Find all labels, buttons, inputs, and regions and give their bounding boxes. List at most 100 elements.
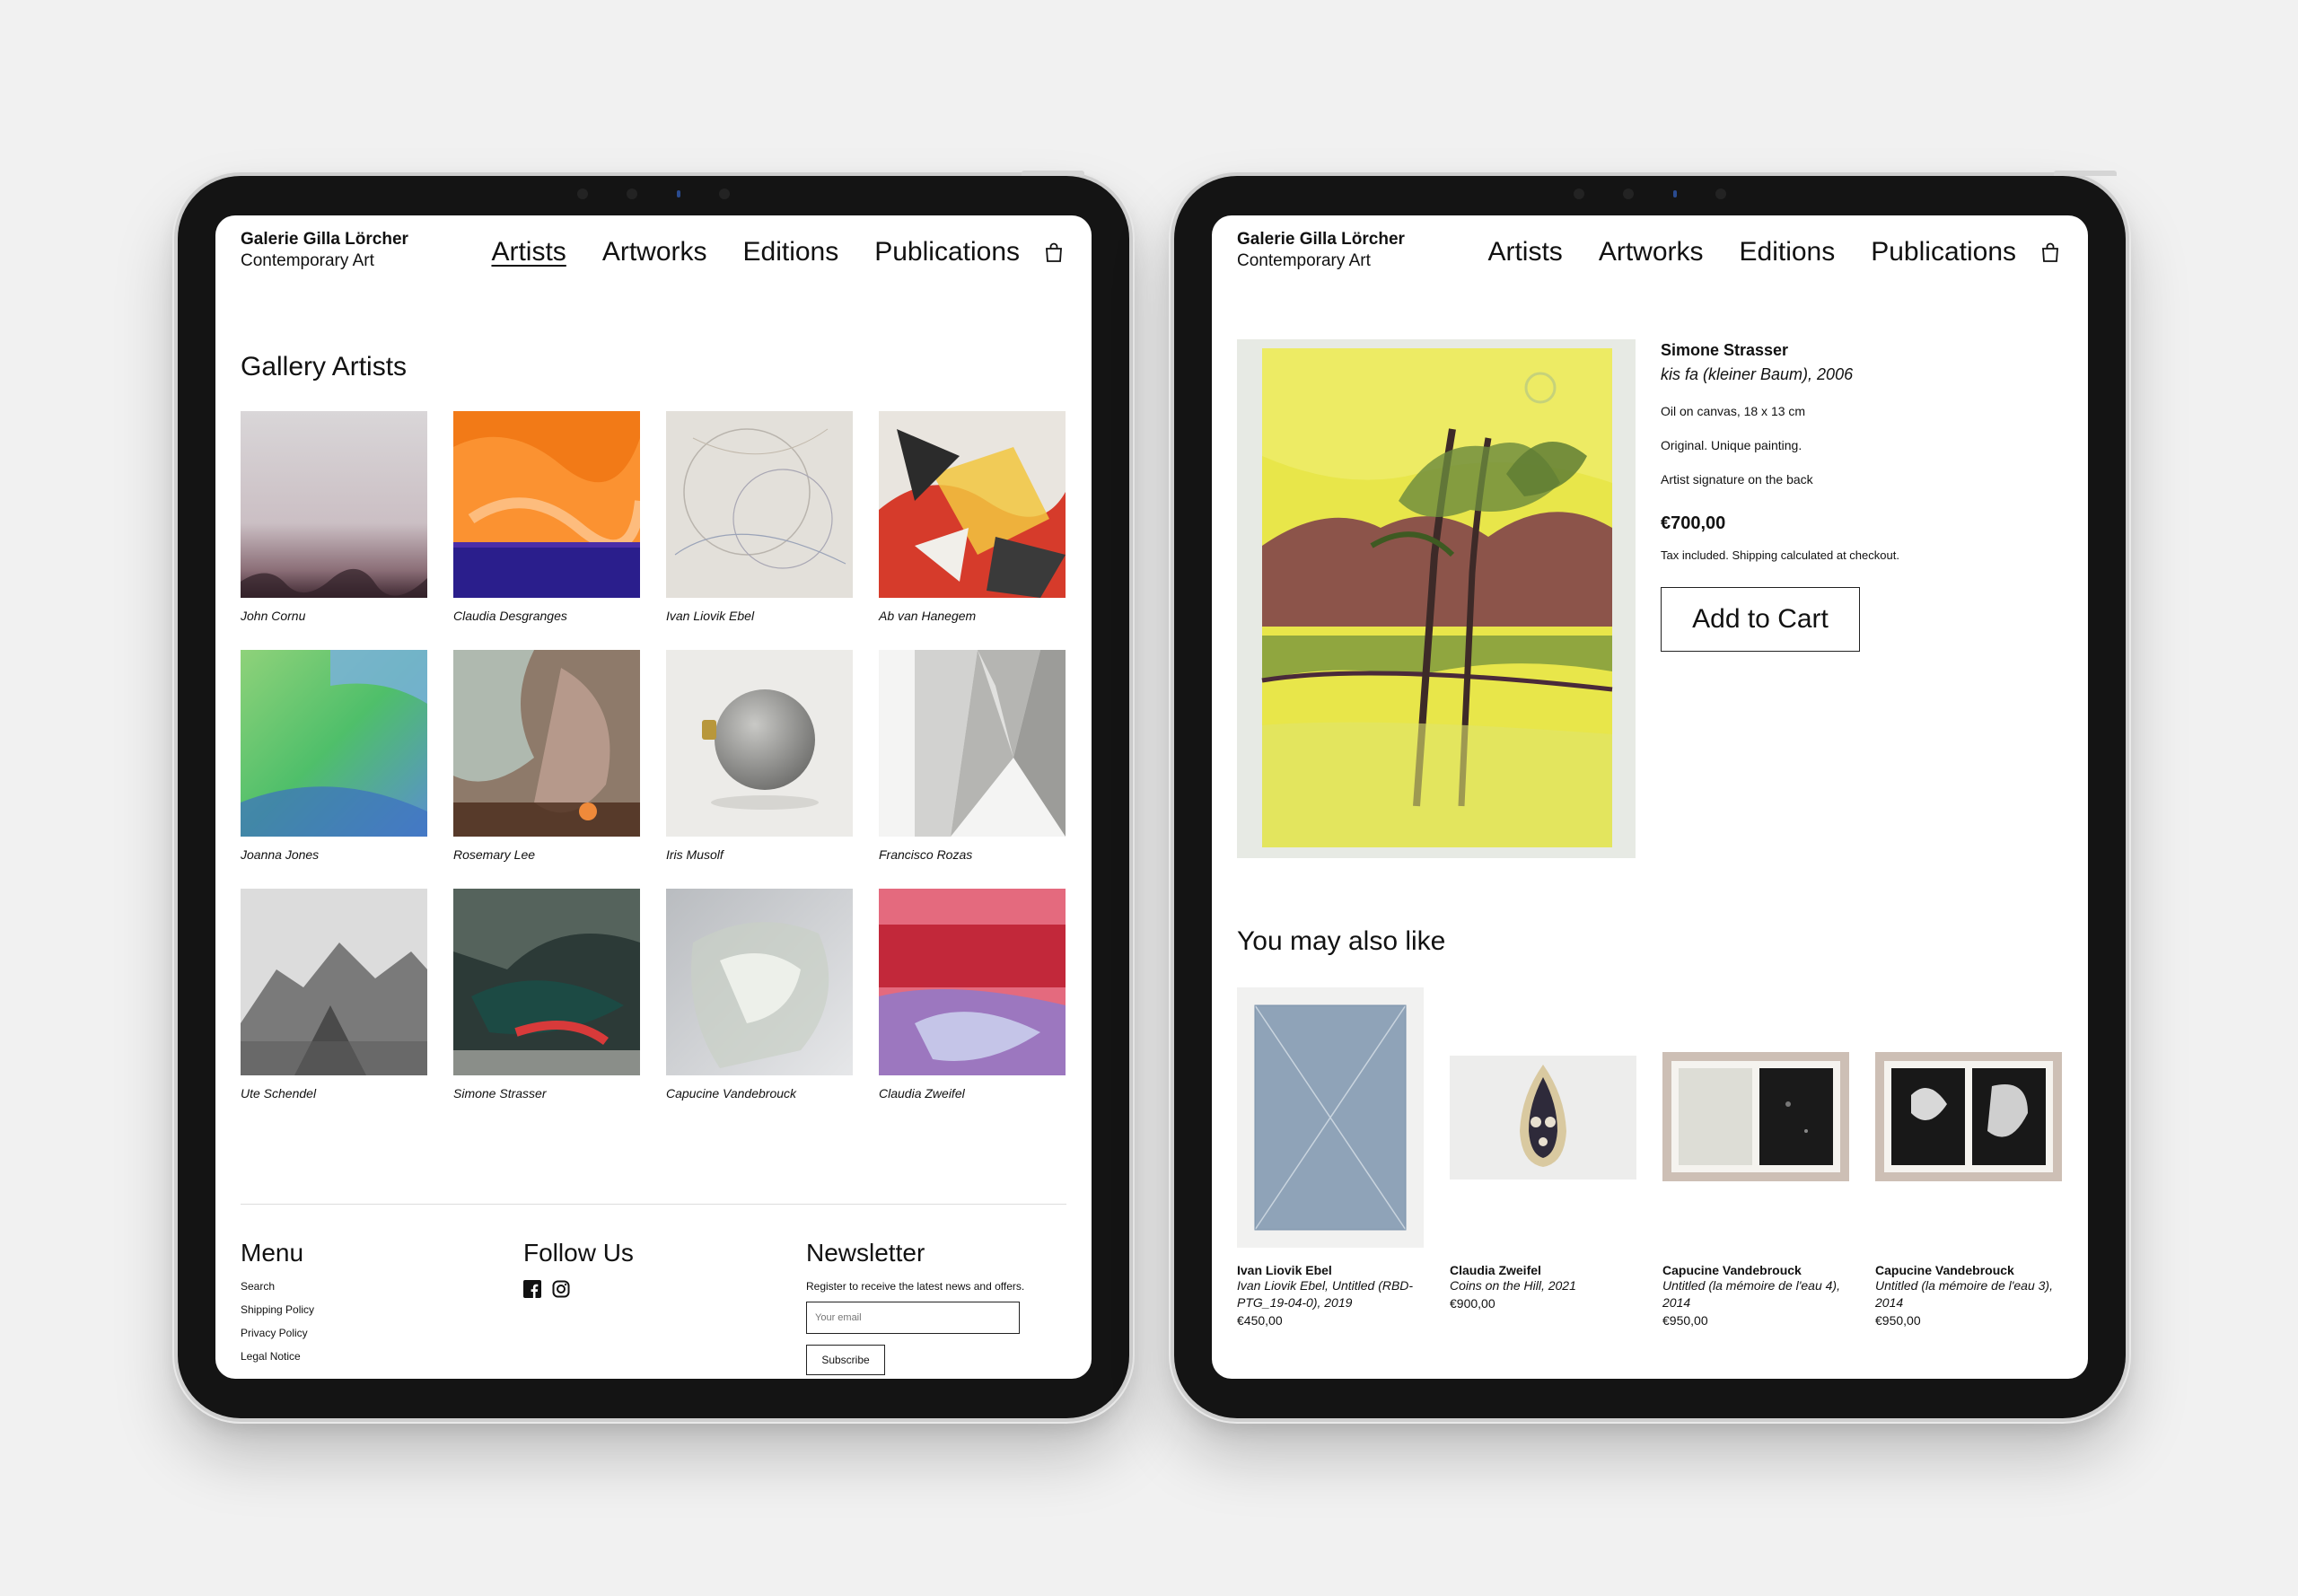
brand-logo[interactable]: Galerie Gilla Lörcher Contemporary Art xyxy=(241,229,408,272)
rec-title: Untitled (la mémoire de l'eau 4), 2014 xyxy=(1662,1278,1840,1310)
product-artist[interactable]: Simone Strasser xyxy=(1661,341,2056,360)
product-title: kis fa (kleiner Baum), 2006 xyxy=(1661,365,1854,383)
rec-artist: Claudia Zweifel xyxy=(1450,1263,1541,1277)
product-signature: Artist signature on the back xyxy=(1661,472,1813,487)
nav-artworks[interactable]: Artworks xyxy=(1599,236,1704,268)
recommendation-image[interactable] xyxy=(1450,987,1636,1248)
artist-name[interactable]: Francisco Rozas xyxy=(879,847,1066,862)
footer-link-search[interactable]: Search xyxy=(241,1280,314,1293)
add-to-cart-button[interactable]: Add to Cart xyxy=(1661,587,1860,652)
site-header: Galerie Gilla Lörcher Contemporary Art A… xyxy=(215,215,1092,314)
artwork-thumbnail[interactable] xyxy=(453,889,640,1075)
recommendation-image[interactable] xyxy=(1662,987,1849,1248)
artist-card[interactable]: Ivan Liovik Ebel xyxy=(666,411,853,623)
brand-name: Galerie Gilla Lörcher xyxy=(1237,230,1405,249)
artist-name[interactable]: Claudia Desgranges xyxy=(453,609,640,623)
artist-card[interactable]: Rosemary Lee xyxy=(453,650,640,862)
rec-artist: Capucine Vandebrouck xyxy=(1662,1263,1802,1277)
nav-editions[interactable]: Editions xyxy=(743,236,839,268)
artwork-thumbnail[interactable] xyxy=(666,411,853,598)
brand-logo[interactable]: Galerie Gilla Lörcher Contemporary Art xyxy=(1237,229,1405,272)
newsletter-text: Register to receive the latest news and … xyxy=(806,1280,1025,1293)
recommendation-card[interactable]: Claudia Zweifel Coins on the Hill, 2021 … xyxy=(1450,987,1636,1312)
nav-artists[interactable]: Artists xyxy=(491,236,566,268)
recommendation-card[interactable]: Capucine Vandebrouck Untitled (la mémoir… xyxy=(1662,987,1849,1329)
product-medium: Oil on canvas, 18 x 13 cm xyxy=(1661,404,1806,418)
tablet-left: Galerie Gilla Lörcher Contemporary Art A… xyxy=(178,171,1129,1418)
artist-card[interactable]: Francisco Rozas xyxy=(879,650,1066,862)
rec-price: €900,00 xyxy=(1450,1296,1495,1311)
footer-newsletter: Newsletter Register to receive the lates… xyxy=(806,1239,1024,1375)
nav-publications[interactable]: Publications xyxy=(874,236,1020,268)
artist-card[interactable]: Claudia Desgranges xyxy=(453,411,640,623)
artwork-thumbnail[interactable] xyxy=(241,650,427,837)
recommendation-card[interactable]: Capucine Vandebrouck Untitled (la mémoir… xyxy=(1875,987,2062,1329)
tax-note: Tax included. Shipping calculated at che… xyxy=(1661,548,1899,562)
artwork-thumbnail[interactable] xyxy=(241,889,427,1075)
nav-publications[interactable]: Publications xyxy=(1871,236,2016,268)
shopping-bag-icon[interactable] xyxy=(2041,242,2059,262)
rec-title: Coins on the Hill, 2021 xyxy=(1450,1278,1576,1293)
recommendations-title: You may also like xyxy=(1237,926,1446,956)
newsletter-email-input[interactable] xyxy=(806,1302,1020,1334)
rec-price: €950,00 xyxy=(1875,1313,1921,1328)
tablet-right: Galerie Gilla Lörcher Contemporary Art A… xyxy=(1174,171,2126,1418)
artist-name[interactable]: John Cornu xyxy=(241,609,427,623)
artwork-thumbnail[interactable] xyxy=(666,889,853,1075)
recommendation-image[interactable] xyxy=(1237,987,1424,1248)
screen-product-page: Galerie Gilla Lörcher Contemporary Art A… xyxy=(1212,215,2088,1379)
artist-card[interactable]: Ute Schendel xyxy=(241,889,427,1101)
artwork-thumbnail[interactable] xyxy=(666,650,853,837)
product-image[interactable] xyxy=(1237,339,1636,858)
artist-card[interactable]: Joanna Jones xyxy=(241,650,427,862)
footer-link-shipping[interactable]: Shipping Policy xyxy=(241,1303,314,1316)
side-button xyxy=(1022,171,1084,176)
rec-price: €450,00 xyxy=(1237,1313,1283,1328)
artwork-thumbnail[interactable] xyxy=(879,411,1066,598)
shopping-bag-icon[interactable] xyxy=(1045,242,1063,262)
footer-menu-title: Menu xyxy=(241,1239,304,1267)
nav-artworks[interactable]: Artworks xyxy=(602,236,707,268)
artwork-thumbnail[interactable] xyxy=(879,650,1066,837)
screen-artists-page: Galerie Gilla Lörcher Contemporary Art A… xyxy=(215,215,1092,1379)
artist-card[interactable]: Capucine Vandebrouck xyxy=(666,889,853,1101)
footer-divider xyxy=(241,1204,1066,1205)
artist-name[interactable]: Rosemary Lee xyxy=(453,847,640,862)
product-price: €700,00 xyxy=(1661,513,1726,533)
facebook-icon[interactable] xyxy=(523,1280,541,1298)
artist-card[interactable]: Simone Strasser xyxy=(453,889,640,1101)
footer-link-legal[interactable]: Legal Notice xyxy=(241,1350,314,1363)
recommendation-image[interactable] xyxy=(1875,987,2062,1248)
rec-title: Untitled (la mémoire de l'eau 3), 2014 xyxy=(1875,1278,2053,1310)
camera-bar xyxy=(1574,189,1726,199)
nav-artists[interactable]: Artists xyxy=(1487,236,1562,268)
artist-name[interactable]: Simone Strasser xyxy=(453,1086,640,1101)
subscribe-button[interactable]: Subscribe xyxy=(806,1345,885,1375)
rec-artist: Capucine Vandebrouck xyxy=(1875,1263,2014,1277)
artwork-thumbnail[interactable] xyxy=(879,889,1066,1075)
artist-card[interactable]: John Cornu xyxy=(241,411,427,623)
main-nav: Artists Artworks Editions Publications xyxy=(455,236,1063,268)
page-title: Gallery Artists xyxy=(241,352,408,381)
footer-newsletter-title: Newsletter xyxy=(806,1239,925,1267)
artwork-thumbnail[interactable] xyxy=(241,411,427,598)
artist-name[interactable]: Capucine Vandebrouck xyxy=(666,1086,853,1101)
artist-card[interactable]: Ab van Hanegem xyxy=(879,411,1066,623)
footer-follow-title: Follow Us xyxy=(523,1239,634,1267)
footer-link-privacy[interactable]: Privacy Policy xyxy=(241,1327,314,1339)
site-header: Galerie Gilla Lörcher Contemporary Art A… xyxy=(1212,215,2088,314)
rec-title: Ivan Liovik Ebel, Untitled (RBD-PTG_19-0… xyxy=(1237,1278,1414,1310)
artist-name[interactable]: Ute Schendel xyxy=(241,1086,427,1101)
instagram-icon[interactable] xyxy=(552,1280,570,1298)
recommendation-card[interactable]: Ivan Liovik Ebel Ivan Liovik Ebel, Untit… xyxy=(1237,987,1424,1329)
artwork-thumbnail[interactable] xyxy=(453,411,640,598)
artist-name[interactable]: Iris Musolf xyxy=(666,847,853,862)
artwork-thumbnail[interactable] xyxy=(453,650,640,837)
artist-name[interactable]: Ivan Liovik Ebel xyxy=(666,609,853,623)
artist-name[interactable]: Claudia Zweifel xyxy=(879,1086,1066,1101)
artist-card[interactable]: Iris Musolf xyxy=(666,650,853,862)
nav-editions[interactable]: Editions xyxy=(1740,236,1836,268)
artist-card[interactable]: Claudia Zweifel xyxy=(879,889,1066,1101)
artist-name[interactable]: Joanna Jones xyxy=(241,847,427,862)
artist-name[interactable]: Ab van Hanegem xyxy=(879,609,1066,623)
